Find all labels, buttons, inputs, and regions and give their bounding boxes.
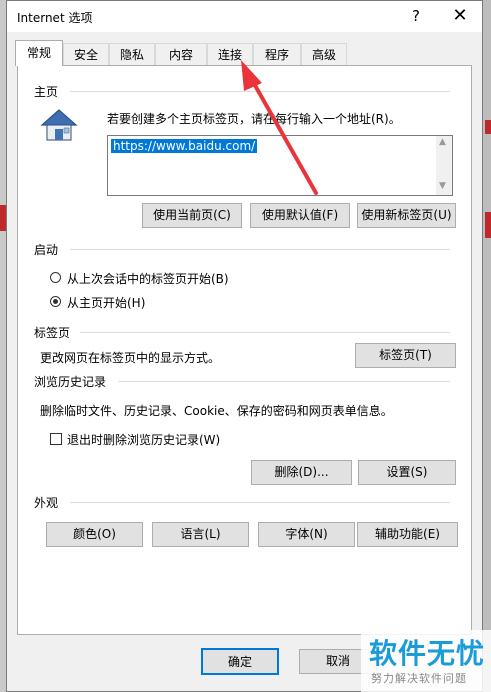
watermark-subtitle: 努力解决软件问题	[371, 672, 467, 685]
tab-general[interactable]: 常规	[15, 40, 63, 66]
annotation-arrow	[241, 60, 318, 195]
watermark-title: 软件无忧	[369, 637, 486, 670]
watermark: 软件无忧 努力解决软件问题	[361, 630, 491, 692]
